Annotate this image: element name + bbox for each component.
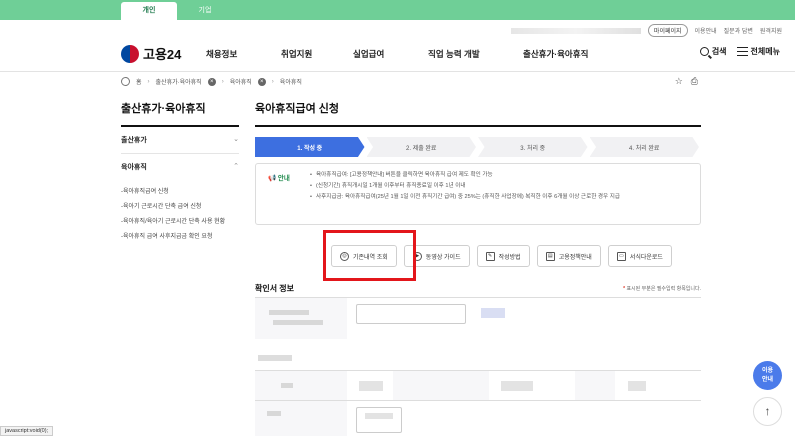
field-label-blurred	[393, 371, 489, 400]
blurred-subheading	[258, 355, 292, 361]
blurred-text	[267, 411, 281, 416]
site-logo[interactable]: 고용24	[121, 44, 181, 63]
notice-item: (신청기간) 휴직개시일 1개월 이후부터 휴직종료일 이후 1년 이내	[310, 181, 690, 192]
nav-vocational-training[interactable]: 직업 능력 개발	[428, 48, 523, 60]
notice-item: 사후지급금: 육아휴직급여(25년 1월 1일 이전 휴직기간 급여) 중 25…	[310, 192, 690, 203]
sidebar-subitem[interactable]: -육아기 근로시간 단축 급여 신청	[121, 200, 239, 215]
progress-steps: 1. 작성 중 2. 제출 완료 3. 처리 중 4. 처리 완료	[255, 137, 701, 157]
highlight-box	[323, 230, 416, 281]
favorite-star-icon[interactable]: ☆	[675, 76, 683, 87]
form-block-extra	[255, 400, 701, 436]
step-writing: 1. 작성 중	[255, 137, 365, 157]
browser-status-bar: javascript:void(0);	[0, 426, 54, 436]
page-tools: ☆ ⎙	[675, 76, 698, 87]
step-completed: 4. 처리 완료	[589, 137, 699, 157]
blurred-text	[273, 320, 323, 325]
notice-item: 육아휴직급여: [고용정책안내] 버튼을 클릭하면 육아휴직 급여 제도 확인 …	[310, 170, 690, 181]
writing-method-button[interactable]: ✎ 작성방법	[476, 245, 530, 267]
notice-list: 육아휴직급여: [고용정책안내] 버튼을 클릭하면 육아휴직 급여 제도 확인 …	[310, 170, 690, 203]
document-icon: ▤	[545, 251, 555, 261]
home-icon[interactable]	[121, 77, 130, 86]
notice-tag: 📢 안내	[268, 175, 290, 182]
breadcrumb-level1[interactable]: 출산휴가·육아휴직	[156, 77, 202, 86]
chevron-right-icon: ›	[271, 78, 274, 85]
chevron-right-icon: ›	[147, 78, 150, 85]
nav-maternity-parental-leave[interactable]: 출산휴가·육아휴직	[523, 48, 613, 60]
chevron-down-icon: ⌄	[233, 136, 239, 143]
blurred-field	[628, 381, 646, 391]
main-content: 육아휴직급여 신청	[255, 100, 701, 127]
breadcrumb: 홈 › 출산휴가·육아휴직 × › 육아휴직 × › 육아휴직	[121, 77, 302, 86]
sidebar: 출산휴가·육아휴직 출산휴가 ⌄ 육아휴직 ⌃ -육아휴직급여 신청 -육아기 근로…	[121, 100, 239, 250]
sidebar-subitem[interactable]: -육아휴직 급여 사후지급금 확인 요청	[121, 230, 239, 245]
main-nav: 채용정보 취업지원 실업급여 직업 능력 개발 출산휴가·육아휴직	[206, 48, 613, 60]
step-processing: 3. 처리 중	[478, 137, 588, 157]
sidebar-title: 출산휴가·육아휴직	[121, 100, 239, 127]
guide-link[interactable]: 이용안내	[695, 26, 717, 35]
close-icon[interactable]: ×	[207, 77, 216, 86]
notice-box: 📢 안내 육아휴직급여: [고용정책안내] 버튼을 클릭하면 육아휴직 급여 제…	[255, 163, 701, 225]
print-icon[interactable]: ⎙	[691, 76, 698, 87]
chevron-right-icon: ›	[221, 78, 224, 85]
field-label-blurred	[575, 371, 615, 400]
blurred-text	[365, 413, 393, 419]
nav-employment-support[interactable]: 취업지원	[281, 48, 353, 60]
field-input-blurred[interactable]	[356, 407, 402, 433]
breadcrumb-level3[interactable]: 육아휴직	[280, 77, 302, 86]
sidebar-item-parental-leave[interactable]: 육아휴직 ⌃	[121, 154, 239, 180]
search-icon	[699, 47, 709, 57]
policy-guide-button[interactable]: ▤ 고용정책안내	[536, 245, 601, 267]
pencil-icon: ✎	[485, 251, 495, 261]
tab-personal[interactable]: 개인	[121, 2, 177, 20]
mypage-button[interactable]: 마이페이지	[647, 24, 688, 37]
step-submitted: 2. 제출 완료	[366, 137, 476, 157]
field-label-blurred	[255, 371, 347, 400]
tab-business[interactable]: 기업	[177, 2, 233, 20]
field-label-blurred	[255, 401, 347, 436]
hamburger-menu-icon	[736, 47, 748, 57]
blurred-field	[501, 381, 533, 391]
close-icon[interactable]: ×	[257, 77, 266, 86]
nav-unemployment-benefit[interactable]: 실업급여	[353, 48, 428, 60]
all-menu-button[interactable]: 전체메뉴	[736, 46, 780, 57]
logo-text: 고용24	[143, 47, 182, 62]
top-user-bar: 개인 기업	[0, 0, 795, 20]
form-download-button[interactable]: ▭ 서식다운로드	[607, 245, 672, 267]
scroll-top-button[interactable]: ↑	[753, 397, 782, 426]
blurred-text	[281, 383, 293, 388]
monitor-icon: ▭	[616, 251, 626, 261]
search-button[interactable]: 검색	[699, 46, 727, 57]
megaphone-icon: 📢	[268, 175, 277, 182]
sidebar-subitem[interactable]: -육아휴직급여 신청	[121, 185, 239, 200]
field-input-blurred[interactable]	[356, 304, 466, 324]
use-guide-floating-button[interactable]: 이용 안내	[753, 361, 782, 390]
utility-links: 마이페이지 이용안내 질문과 답변 원격지원	[510, 24, 782, 37]
form-block-confirmation	[255, 297, 701, 339]
sidebar-item-maternity-leave[interactable]: 출산휴가 ⌄	[121, 127, 239, 154]
chevron-up-icon: ⌃	[233, 163, 239, 170]
blurred-field	[359, 381, 383, 391]
required-note: * 표시된 부분은 필수입력 항목입니다.	[623, 286, 701, 292]
field-label-blurred	[255, 298, 347, 339]
user-info-blurred	[510, 27, 641, 34]
taegeuk-logo-icon	[121, 44, 139, 63]
nav-jobs[interactable]: 채용정보	[206, 48, 281, 60]
section-title: 확인서 정보	[255, 284, 295, 293]
page-title: 육아휴직급여 신청	[255, 100, 701, 127]
blurred-text	[269, 310, 309, 315]
arrow-up-icon: ↑	[764, 404, 771, 418]
breadcrumb-level2[interactable]: 육아휴직	[230, 77, 252, 86]
sidebar-subitem[interactable]: -육아휴직/육아기 근로시간 단축 사용 현황	[121, 215, 239, 230]
breadcrumb-home[interactable]: 홈	[136, 77, 142, 86]
sidebar-submenu: -육아휴직급여 신청 -육아기 근로시간 단축 급여 신청 -육아휴직/육아기 …	[121, 180, 239, 250]
site-header: 마이페이지 이용안내 질문과 답변 원격지원 고용24 채용정보 취업지원 실업…	[0, 20, 795, 72]
blurred-button[interactable]	[481, 308, 505, 318]
remote-support-link[interactable]: 원격지원	[760, 26, 782, 35]
faq-link[interactable]: 질문과 답변	[724, 26, 753, 35]
form-block-details	[255, 370, 701, 400]
header-actions: 검색 전체메뉴	[699, 46, 780, 57]
